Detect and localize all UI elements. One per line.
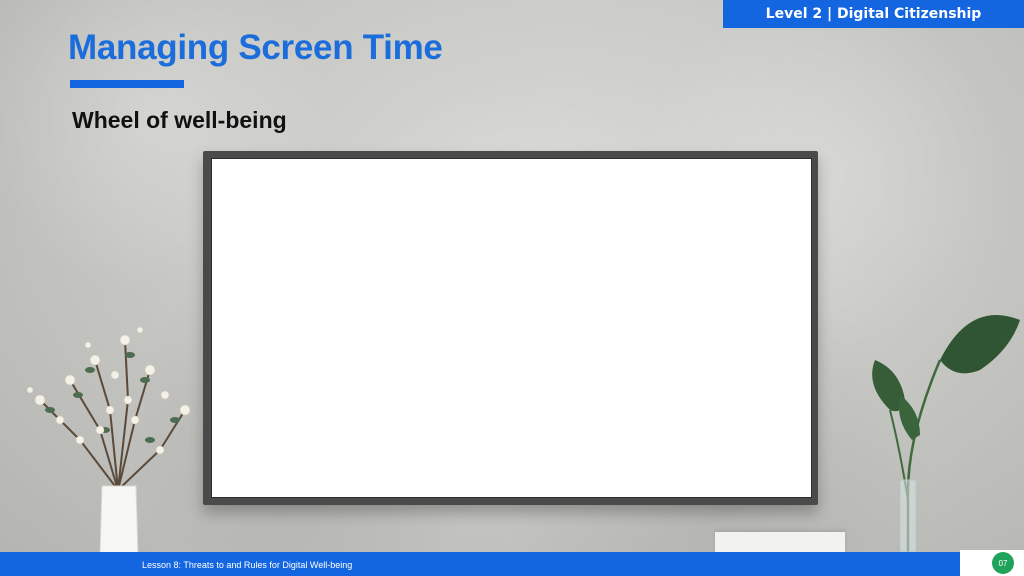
page-title: Managing Screen Time [68, 28, 443, 67]
flower-vase-icon [26, 326, 191, 555]
section-heading: Wheel of well-being [72, 107, 287, 133]
tv-frame [203, 151, 818, 505]
title-underline [70, 80, 184, 88]
white-box-decor [715, 532, 845, 554]
footer-lesson-text: Lesson 8: Threats to and Rules for Digit… [142, 560, 353, 570]
level-banner: Level 2 | Digital Citizenship [723, 0, 1024, 28]
monstera-plant-icon [872, 315, 1020, 553]
page-number-badge: 07 [992, 552, 1014, 574]
tv-screen [211, 158, 812, 498]
